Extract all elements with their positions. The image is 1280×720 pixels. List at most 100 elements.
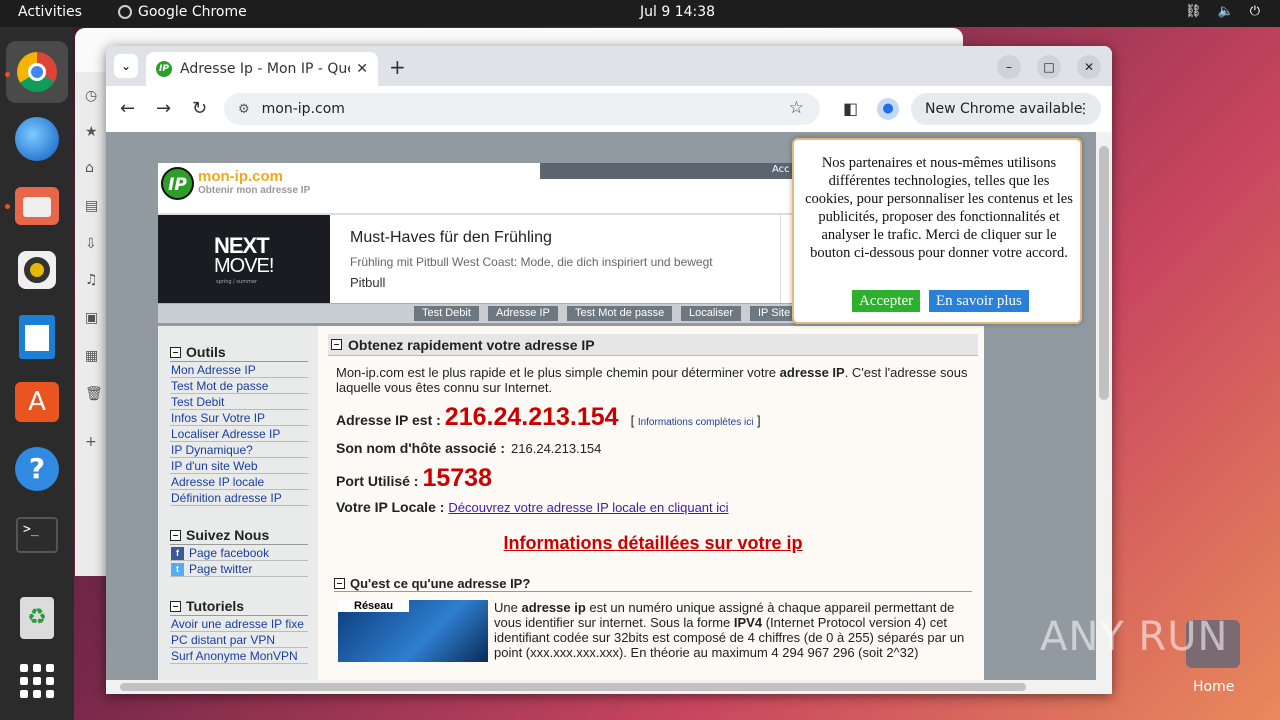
thunderbird-icon[interactable] bbox=[13, 115, 61, 163]
files-icon[interactable] bbox=[13, 182, 61, 230]
profile-avatar-icon[interactable]: ● bbox=[877, 98, 899, 120]
home-folder-icon[interactable]: ⌂ bbox=[85, 160, 94, 176]
nav-ip-site[interactable]: IP Site bbox=[750, 306, 799, 321]
trash-icon[interactable]: ♻ bbox=[13, 594, 61, 642]
ad-image[interactable]: NEXT MOVE! spring / summer bbox=[158, 215, 330, 305]
site-favicon-icon: IP bbox=[156, 61, 172, 77]
sidebar-link[interactable]: Définition adresse IP bbox=[170, 490, 308, 506]
url-text: mon-ip.com bbox=[261, 101, 345, 117]
side-panel-icon[interactable]: ◧ bbox=[843, 99, 858, 118]
app-center-icon[interactable]: A bbox=[13, 378, 61, 426]
scrollbar-thumb[interactable] bbox=[1099, 146, 1109, 400]
new-tab-icon[interactable]: + bbox=[389, 55, 406, 79]
facebook-link[interactable]: f Page facebook bbox=[170, 545, 308, 561]
recent-icon[interactable]: ◷ bbox=[85, 88, 97, 104]
sidebar-link[interactable]: IP Dynamique? bbox=[170, 442, 308, 458]
power-icon: ⏻ bbox=[1249, 4, 1260, 19]
sidebar-link[interactable]: Test Mot de passe bbox=[170, 378, 308, 394]
terminal-icon[interactable]: >_ bbox=[13, 511, 61, 559]
bookmark-star-icon[interactable]: ☆ bbox=[789, 98, 804, 118]
accept-cookies-button[interactable]: Accepter bbox=[852, 290, 921, 312]
reload-icon[interactable]: ↻ bbox=[192, 98, 207, 119]
nav-adresse-ip[interactable]: Adresse IP bbox=[488, 306, 558, 321]
site-logo-icon[interactable]: IP bbox=[161, 167, 194, 200]
twitter-link[interactable]: t Page twitter bbox=[170, 561, 308, 577]
sidebar-link[interactable]: Adresse IP locale bbox=[170, 474, 308, 490]
site-info-icon[interactable]: ⚙ bbox=[238, 102, 250, 117]
main-heading: Obtenez rapidement votre adresse IP bbox=[328, 334, 978, 356]
horizontal-scrollbar[interactable] bbox=[106, 680, 1112, 694]
menu-dots-icon[interactable]: ⋮ bbox=[1077, 93, 1091, 125]
app-grid-icon[interactable] bbox=[13, 657, 61, 705]
nav-test-mot-de-passe[interactable]: Test Mot de passe bbox=[567, 306, 673, 321]
sidebar-link[interactable]: Avoir une adresse IP fixe bbox=[170, 616, 308, 632]
vertical-scrollbar[interactable] bbox=[1096, 132, 1112, 680]
activities-button[interactable]: Activities bbox=[18, 4, 82, 20]
facebook-label: Page facebook bbox=[189, 546, 270, 560]
writer-icon[interactable] bbox=[13, 313, 61, 361]
nav-test-debit[interactable]: Test Debit bbox=[414, 306, 479, 321]
main-heading-text: Obtenez rapidement votre adresse IP bbox=[348, 336, 595, 353]
rhythmbox-icon[interactable] bbox=[13, 246, 61, 294]
sidebar-link[interactable]: Surf Anonyme MonVPN bbox=[170, 648, 308, 664]
chrome-icon[interactable] bbox=[6, 41, 68, 103]
active-tab[interactable]: IP Adresse Ip - Mon IP - Que ✕ bbox=[146, 52, 378, 86]
details-link[interactable]: Informations détaillées sur votre ip bbox=[503, 533, 802, 553]
clock[interactable]: Jul 9 14:38 bbox=[640, 4, 715, 20]
close-window-icon[interactable]: ✕ bbox=[1077, 55, 1101, 79]
tutoriels-title: Tutoriels bbox=[186, 598, 245, 614]
tutoriels-block: Tutoriels Avoir une adresse IP fixe PC d… bbox=[170, 598, 308, 664]
scrollbar-thumb[interactable] bbox=[120, 683, 1026, 691]
sidebar-link[interactable]: Localiser Adresse IP bbox=[170, 426, 308, 442]
maximize-icon[interactable]: □ bbox=[1037, 55, 1061, 79]
app-name: Google Chrome bbox=[138, 4, 247, 20]
question-heading: Qu'est ce qu'une adresse IP? bbox=[334, 576, 972, 592]
home-desktop-label[interactable]: Home bbox=[1193, 679, 1234, 695]
tab-search-button[interactable]: ⌄ bbox=[114, 54, 138, 78]
site-sidebar: Outils Mon Adresse IP Test Mot de passe … bbox=[158, 326, 318, 680]
forward-icon[interactable]: → bbox=[156, 98, 171, 119]
update-chrome-button[interactable]: New Chrome available ⋮ bbox=[911, 93, 1101, 125]
running-indicator bbox=[5, 72, 10, 77]
question-heading-text: Qu'est ce qu'une adresse IP? bbox=[350, 576, 531, 591]
collapse-box-icon bbox=[170, 529, 181, 541]
starred-icon[interactable]: ★ bbox=[85, 124, 98, 140]
downloads-icon[interactable]: ⇩ bbox=[85, 236, 97, 252]
minimize-icon[interactable]: – bbox=[997, 55, 1021, 79]
sidebar-link[interactable]: Test Debit bbox=[170, 394, 308, 410]
back-icon[interactable]: ← bbox=[120, 98, 135, 119]
learn-more-button[interactable]: En savoir plus bbox=[929, 290, 1029, 312]
music-icon[interactable]: ♫ bbox=[85, 272, 98, 288]
ip-info-link[interactable]: Informations complètes ici bbox=[638, 417, 754, 428]
help-icon[interactable]: ? bbox=[13, 445, 61, 493]
pictures-icon[interactable]: ▣ bbox=[85, 310, 98, 326]
chrome-small-icon bbox=[118, 5, 132, 19]
address-bar[interactable]: ⚙ mon-ip.com ☆ bbox=[224, 93, 820, 125]
close-tab-icon[interactable]: ✕ bbox=[356, 61, 368, 77]
logo-title[interactable]: mon-ip.com bbox=[198, 168, 283, 185]
app-menu[interactable]: Google Chrome bbox=[118, 4, 247, 20]
sidebar-link[interactable]: Infos Sur Votre IP bbox=[170, 410, 308, 426]
sidebar-link[interactable]: IP d'un site Web bbox=[170, 458, 308, 474]
nav-localiser[interactable]: Localiser bbox=[681, 306, 742, 321]
ad-title[interactable]: Must-Haves für den Frühling bbox=[350, 229, 552, 247]
documents-icon[interactable]: ▤ bbox=[85, 198, 98, 214]
sidebar-link[interactable]: Mon Adresse IP bbox=[170, 362, 308, 378]
volume-icon: 🔈 bbox=[1217, 4, 1234, 19]
local-row: Votre IP Locale : Découvrez votre adress… bbox=[336, 499, 978, 515]
sidebar-link[interactable]: PC distant par VPN bbox=[170, 632, 308, 648]
details-row: Informations détaillées sur votre ip bbox=[328, 533, 978, 554]
trash-folder-icon[interactable]: 🗑 bbox=[85, 386, 103, 402]
host-label: Son nom d'hôte associé : bbox=[336, 440, 506, 456]
add-location-icon[interactable]: + bbox=[85, 434, 97, 450]
system-status[interactable]: ⛓ 🔈 ⏻ bbox=[1185, 4, 1260, 19]
header-link[interactable]: Acc bbox=[772, 164, 790, 175]
videos-icon[interactable]: ▦ bbox=[85, 348, 98, 364]
ad-brand-small: spring / summer bbox=[216, 279, 258, 285]
local-ip-link[interactable]: Découvrez votre adresse IP locale en cli… bbox=[448, 500, 728, 515]
ip-value: 216.24.213.154 bbox=[444, 403, 619, 431]
twitter-icon: t bbox=[171, 562, 184, 576]
collapse-box-icon bbox=[334, 578, 345, 589]
local-label: Votre IP Locale : bbox=[336, 499, 445, 515]
ad-divider bbox=[780, 215, 781, 305]
